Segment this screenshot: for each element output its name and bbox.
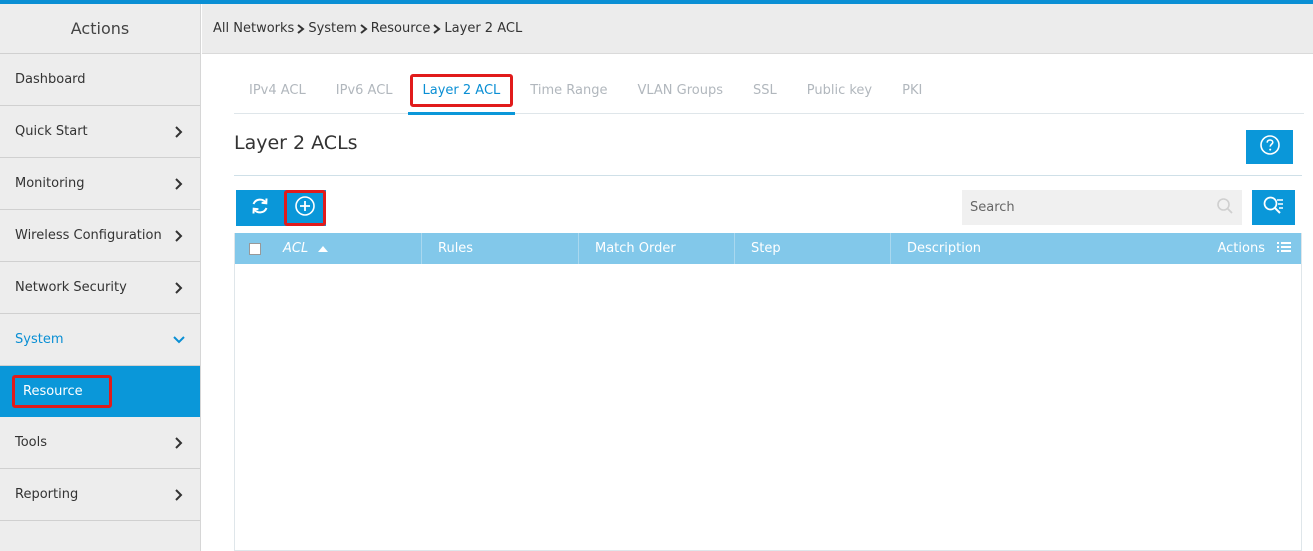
sidebar-item-label: Monitoring: [15, 176, 85, 191]
chevron-right-icon: [359, 23, 369, 35]
search-box: [962, 190, 1242, 225]
search-input[interactable]: [970, 200, 1190, 215]
sidebar-item-system[interactable]: System: [0, 314, 200, 366]
grid-toolbar: [236, 190, 326, 226]
sidebar-item-label: System: [15, 332, 64, 347]
main-content: All Networks System Resource Layer 2 ACL…: [202, 4, 1313, 551]
acl-table: ACL Rules Match Order Step Description A…: [234, 233, 1302, 551]
sidebar-item-dashboard[interactable]: Dashboard: [0, 54, 200, 106]
tab-layer2-acl[interactable]: Layer 2 ACL: [407, 66, 516, 115]
chevron-right-icon: [296, 23, 306, 35]
sort-ascending-icon: [318, 245, 329, 252]
sidebar: Actions Dashboard Quick Start Monitoring…: [0, 4, 201, 551]
chevron-right-icon: [172, 229, 186, 243]
page-title: Layer 2 ACLs: [234, 132, 358, 154]
breadcrumb-item-current: Layer 2 ACL: [444, 21, 523, 36]
column-header-rules[interactable]: Rules: [421, 233, 578, 264]
column-header-label: Actions: [1217, 241, 1266, 256]
add-button[interactable]: [284, 190, 326, 226]
column-header-label: Step: [751, 241, 781, 256]
breadcrumb-item[interactable]: System: [308, 21, 356, 36]
chevron-right-icon: [172, 125, 186, 139]
tab-ipv6-acl[interactable]: IPv6 ACL: [321, 66, 408, 114]
chevron-right-icon: [172, 488, 186, 502]
search-icon[interactable]: [1216, 197, 1234, 219]
chevron-down-icon: [172, 333, 186, 347]
table-header: ACL Rules Match Order Step Description A…: [235, 233, 1301, 264]
sidebar-item-label: Wireless Configuration: [15, 228, 162, 243]
breadcrumb: All Networks System Resource Layer 2 ACL: [202, 4, 1313, 54]
refresh-button[interactable]: [236, 190, 284, 226]
column-header-description[interactable]: Description: [890, 233, 1090, 264]
column-header-match-order[interactable]: Match Order: [578, 233, 734, 264]
sidebar-item-label: Network Security: [15, 280, 127, 295]
tab-pki[interactable]: PKI: [887, 66, 937, 114]
tab-ipv4-acl[interactable]: IPv4 ACL: [234, 66, 321, 114]
tab-public-key[interactable]: Public key: [792, 66, 887, 114]
sidebar-subitem-resource[interactable]: Resource: [0, 366, 200, 417]
list-menu-icon: [1277, 241, 1291, 257]
sidebar-item-label: Reporting: [15, 487, 79, 502]
chevron-right-icon: [172, 177, 186, 191]
column-header-label: Description: [907, 241, 982, 256]
tab-label: Layer 2 ACL: [409, 73, 514, 107]
tab-ssl[interactable]: SSL: [738, 66, 792, 114]
sidebar-item-monitoring[interactable]: Monitoring: [0, 158, 200, 210]
sidebar-item-label: Quick Start: [15, 124, 88, 139]
sidebar-subitem-label: Resource: [12, 375, 112, 408]
column-header-step[interactable]: Step: [734, 233, 890, 264]
breadcrumb-item[interactable]: Resource: [371, 21, 431, 36]
sidebar-item-wireless-configuration[interactable]: Wireless Configuration: [0, 210, 200, 262]
tab-vlan-groups[interactable]: VLAN Groups: [622, 66, 738, 114]
column-header-acl[interactable]: ACL: [275, 233, 421, 264]
column-header-actions[interactable]: Actions: [1218, 241, 1302, 257]
sidebar-header: Actions: [0, 4, 200, 54]
divider: [234, 175, 1302, 176]
sidebar-item-label: Tools: [15, 435, 48, 450]
tab-bar: IPv4 ACL IPv6 ACL Layer 2 ACL Time Range…: [234, 66, 1304, 115]
table-body: [235, 264, 1301, 550]
chevron-right-icon: [172, 281, 186, 295]
tab-time-range[interactable]: Time Range: [515, 66, 622, 114]
select-all-checkbox[interactable]: [235, 242, 275, 255]
column-header-label: ACL: [283, 241, 309, 256]
help-icon: [1259, 134, 1281, 160]
highlight-box: [284, 190, 326, 226]
chevron-right-icon: [172, 436, 186, 450]
sidebar-item-quick-start[interactable]: Quick Start: [0, 106, 200, 158]
column-header-label: Match Order: [595, 241, 676, 256]
advanced-search-icon: [1262, 195, 1286, 221]
breadcrumb-item[interactable]: All Networks: [213, 21, 294, 36]
sidebar-item-reporting[interactable]: Reporting: [0, 469, 200, 521]
sidebar-item-network-security[interactable]: Network Security: [0, 262, 200, 314]
chevron-right-icon: [432, 23, 442, 35]
advanced-search-button[interactable]: [1252, 190, 1295, 225]
help-button[interactable]: [1246, 130, 1293, 164]
sidebar-item-tools[interactable]: Tools: [0, 417, 200, 469]
column-header-label: Rules: [438, 241, 474, 256]
refresh-icon: [249, 195, 271, 221]
sidebar-item-label: Dashboard: [15, 72, 86, 87]
